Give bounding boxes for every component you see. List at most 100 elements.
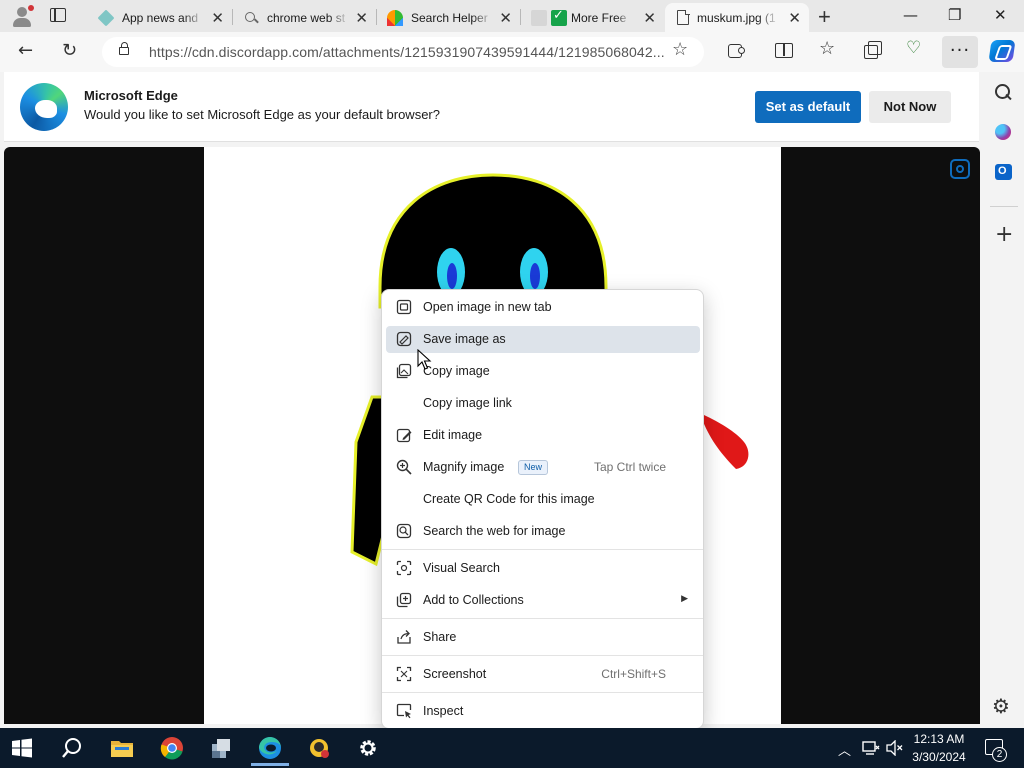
- taskbar-edge-button[interactable]: [251, 736, 289, 766]
- menu-item-label: Copy image: [423, 364, 490, 378]
- settings-and-more-button[interactable]: ···: [942, 36, 978, 68]
- visual-search-icon[interactable]: [950, 159, 970, 179]
- set-as-default-button[interactable]: Set as default: [755, 91, 861, 123]
- sidebar-copilot-icon[interactable]: [995, 124, 1011, 140]
- menu-item-label: Open image in new tab: [423, 300, 552, 314]
- network-icon[interactable]: [862, 740, 880, 756]
- collections-icon[interactable]: [863, 41, 882, 59]
- share-icon: [397, 630, 411, 644]
- menu-item-edit-image[interactable]: Edit image: [386, 422, 700, 449]
- browser-essentials-icon[interactable]: ♡: [906, 38, 924, 57]
- tab-chrome-web-store[interactable]: chrome web st ✕: [233, 3, 376, 32]
- menu-item-label: Edit image: [423, 428, 483, 442]
- close-tab-icon[interactable]: ✕: [355, 9, 368, 27]
- tab-app-news[interactable]: App news and ✕: [88, 3, 232, 32]
- mouse-cursor-icon: [417, 349, 432, 370]
- menu-item-magnify-image[interactable]: Magnify image New Tap Ctrl twice: [386, 454, 700, 481]
- close-window-button[interactable]: ✕: [994, 6, 1007, 24]
- show-hidden-icons-chevron-icon[interactable]: ︿: [838, 740, 851, 759]
- tab-title: Search Helper: [411, 10, 488, 25]
- menu-item-label: Create QR Code for this image: [423, 492, 595, 506]
- tab-muskum-jpg[interactable]: muskum.jpg (1 ✕: [665, 3, 809, 32]
- menu-item-label: Visual Search: [423, 561, 500, 575]
- taskbar-search-icon[interactable]: [60, 736, 86, 760]
- menu-separator: [382, 618, 703, 619]
- security-app-icon[interactable]: [306, 736, 332, 760]
- new-tab-button[interactable]: +: [818, 4, 831, 30]
- menu-item-inspect[interactable]: Inspect: [386, 698, 700, 725]
- menu-item-label: Search the web for image: [423, 524, 566, 538]
- menu-separator: [382, 692, 703, 693]
- menu-item-screenshot[interactable]: Screenshot Ctrl+Shift+S: [386, 661, 700, 688]
- copy-image-icon: [396, 363, 412, 379]
- settings-gear-icon[interactable]: [355, 736, 381, 760]
- menu-item-copy-image-link[interactable]: Copy image link: [386, 390, 700, 417]
- edge-sidebar: + ⚙: [984, 72, 1024, 728]
- edit-image-icon: [396, 428, 412, 443]
- menu-item-label: Copy image link: [423, 396, 512, 410]
- windows-start-icon[interactable]: [12, 738, 32, 758]
- menu-item-shortcut: Ctrl+Shift+S: [601, 667, 666, 681]
- url-field[interactable]: https://cdn.discordapp.com/attachments/1…: [102, 37, 704, 67]
- extensions-icon[interactable]: [726, 41, 745, 59]
- chrome-icon[interactable]: [159, 736, 185, 760]
- close-tab-icon[interactable]: ✕: [211, 9, 224, 27]
- menu-item-search-web-for-image[interactable]: Search the web for image: [386, 518, 700, 545]
- back-button[interactable]: ←: [18, 40, 33, 61]
- menu-item-open-image-new-tab[interactable]: Open image in new tab: [386, 294, 700, 321]
- tab-more-free[interactable]: More Free ✕: [521, 3, 664, 32]
- menu-item-copy-image[interactable]: Copy image: [386, 358, 700, 385]
- screenshot-icon: [396, 666, 412, 682]
- menu-item-label: Share: [423, 630, 457, 644]
- url-text[interactable]: https://cdn.discordapp.com/attachments/1…: [149, 44, 665, 60]
- volume-muted-icon[interactable]: [886, 740, 904, 756]
- close-tab-icon[interactable]: ✕: [499, 9, 512, 27]
- server-manager-icon[interactable]: [208, 736, 234, 760]
- notification-count-badge: 2: [992, 747, 1007, 762]
- close-tab-icon[interactable]: ✕: [643, 9, 656, 27]
- favorite-star-icon[interactable]: ☆: [672, 39, 688, 60]
- profile-icon[interactable]: [10, 5, 34, 29]
- copilot-icon[interactable]: [988, 40, 1016, 62]
- menu-item-save-image-as[interactable]: Save image as: [386, 326, 700, 353]
- menu-item-create-qr-code[interactable]: Create QR Code for this image: [386, 486, 700, 513]
- tab-actions-icon[interactable]: [50, 8, 66, 22]
- menu-item-label: Magnify image: [423, 460, 505, 474]
- tab-search-helper[interactable]: Search Helper ✕: [377, 3, 520, 32]
- tab-title: muskum.jpg (1: [697, 10, 776, 25]
- save-image-icon: [396, 331, 412, 347]
- edge-logo-icon: [20, 83, 68, 131]
- open-new-tab-icon: [396, 299, 412, 315]
- infobar-title: Microsoft Edge: [84, 88, 178, 103]
- menu-item-shortcut: Tap Ctrl twice: [593, 460, 666, 474]
- favorites-icon[interactable]: ☆: [819, 38, 837, 59]
- menu-item-share[interactable]: Share: [386, 624, 700, 651]
- sidebar-outlook-icon[interactable]: [995, 164, 1012, 180]
- menu-item-visual-search[interactable]: Visual Search: [386, 555, 700, 582]
- restore-button[interactable]: ❐: [948, 6, 961, 24]
- clock-date[interactable]: 3/30/2024: [904, 750, 974, 764]
- sidebar-divider: [990, 206, 1018, 207]
- infobar-message: Would you like to set Microsoft Edge as …: [84, 107, 440, 122]
- not-now-button[interactable]: Not Now: [869, 91, 951, 123]
- split-screen-icon[interactable]: [774, 41, 793, 59]
- new-badge: New: [518, 460, 548, 475]
- collections-icon: [396, 592, 412, 608]
- lock-icon[interactable]: [119, 42, 129, 55]
- address-bar: ← ↻ https://cdn.discordapp.com/attachmen…: [0, 32, 1024, 72]
- sidebar-add-icon[interactable]: +: [995, 222, 1015, 247]
- menu-item-label: Inspect: [423, 704, 464, 718]
- magnify-icon: [396, 459, 412, 475]
- tab-title: More Free: [571, 10, 627, 25]
- document-favicon-icon: [677, 9, 690, 25]
- submenu-arrow-icon: ▶: [681, 593, 688, 603]
- tab-title: chrome web st: [267, 10, 346, 25]
- file-explorer-icon[interactable]: [109, 736, 135, 760]
- refresh-button[interactable]: ↻: [62, 40, 77, 61]
- sidebar-settings-icon[interactable]: ⚙: [992, 694, 1012, 718]
- sidebar-search-icon[interactable]: [993, 82, 1013, 102]
- menu-item-add-to-collections[interactable]: Add to Collections ▶: [386, 587, 700, 614]
- minimize-button[interactable]: —: [903, 6, 918, 24]
- clock-time[interactable]: 12:13 AM: [904, 732, 974, 746]
- close-tab-icon[interactable]: ✕: [788, 9, 801, 27]
